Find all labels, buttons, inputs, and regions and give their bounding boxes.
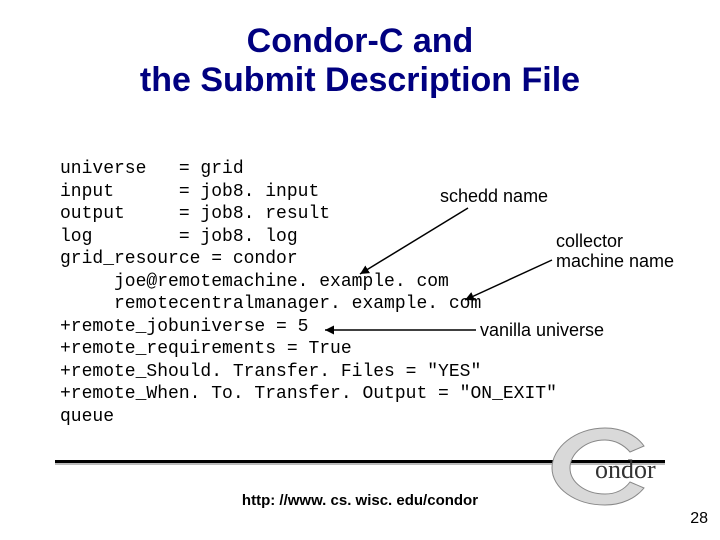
code-line: input = job8. input xyxy=(60,182,319,202)
title-line-1: Condor-C and xyxy=(247,22,474,60)
code-line: log = job8. log xyxy=(60,227,298,247)
annotation-collector-l1: collector xyxy=(556,231,623,251)
code-line: +remote_requirements = True xyxy=(60,339,352,359)
code-line: +remote_Should. Transfer. Files = "YES" xyxy=(60,362,481,382)
code-line: remotecentralmanager. example. com xyxy=(60,294,481,314)
annotation-schedd-name: schedd name xyxy=(440,186,548,207)
code-line: universe = grid xyxy=(60,159,244,179)
code-line: queue xyxy=(60,407,114,427)
slide-title: Condor-C and the Submit Description File xyxy=(0,0,720,100)
annotation-collector-machine: collector machine name xyxy=(556,232,696,272)
code-line: grid_resource = condor xyxy=(60,249,298,269)
annotation-collector-l2: machine name xyxy=(556,251,674,271)
annotation-vanilla-universe: vanilla universe xyxy=(480,320,604,341)
code-line: +remote_When. To. Transfer. Output = "ON… xyxy=(60,384,557,404)
code-line: output = job8. result xyxy=(60,204,330,224)
code-line: +remote_jobuniverse = 5 xyxy=(60,317,308,337)
page-number: 28 xyxy=(690,510,708,528)
condor-logo: ondor xyxy=(530,420,680,510)
logo-text: ondor xyxy=(595,455,656,484)
code-line: joe@remotemachine. example. com xyxy=(60,272,449,292)
title-line-2: the Submit Description File xyxy=(140,61,580,99)
